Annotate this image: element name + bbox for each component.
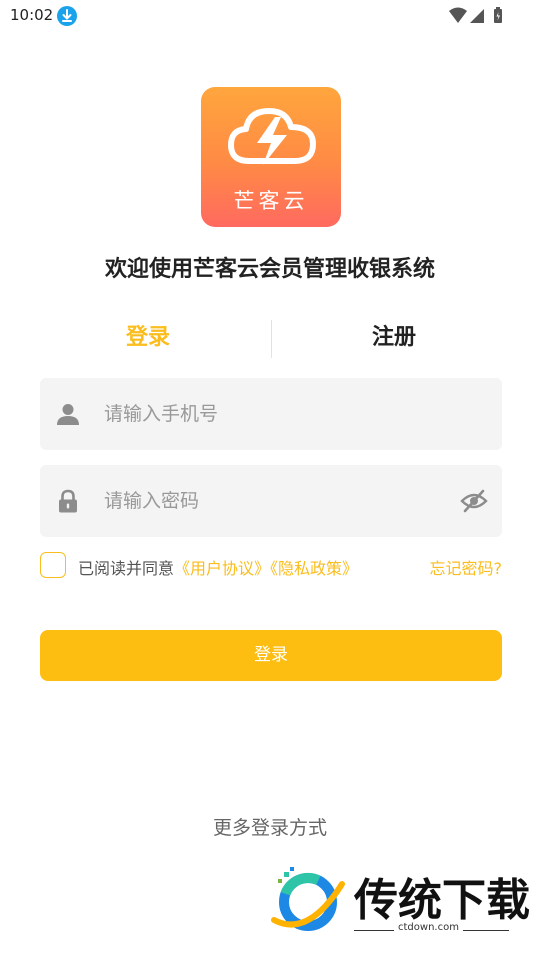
privacy-policy-link[interactable]: 《隐私政策》 [270, 559, 358, 578]
app-logo: 芒客云 [201, 87, 341, 227]
download-notification-icon [57, 6, 77, 26]
eye-off-icon[interactable] [460, 487, 488, 515]
auth-tabs: 登录 注册 [40, 318, 502, 358]
status-indicators [448, 6, 510, 26]
more-login-options[interactable]: 更多登录方式 [0, 813, 540, 840]
status-bar: 10:02 [0, 0, 540, 32]
tab-divider [271, 320, 272, 358]
agree-checkbox[interactable] [40, 552, 66, 578]
user-icon [57, 404, 79, 425]
tab-login[interactable]: 登录 [40, 318, 256, 358]
wifi-icon [449, 7, 467, 23]
watermark: 传统下载 ctdown.com [270, 862, 530, 942]
phone-input[interactable] [104, 394, 444, 434]
password-field[interactable] [40, 465, 502, 537]
user-agreement-link[interactable]: 《用户协议》 [174, 559, 270, 578]
cloud-lightning-icon [228, 108, 316, 165]
tab-register[interactable]: 注册 [286, 318, 502, 358]
login-button[interactable]: 登录 [40, 630, 502, 681]
watermark-logo-icon [271, 867, 345, 931]
forgot-password-link[interactable]: 忘记密码? [430, 555, 503, 579]
password-input[interactable] [104, 481, 444, 521]
agreement-text: 已阅读并同意《用户协议》《隐私政策》 [78, 555, 358, 579]
agreement-row: 已阅读并同意《用户协议》《隐私政策》 忘记密码? [40, 552, 502, 580]
agreement-prefix: 已阅读并同意 [78, 559, 175, 578]
watermark-title: 传统下载 [354, 875, 530, 926]
watermark-subtitle: ctdown.com [394, 922, 463, 933]
status-time: 10:02 [10, 6, 54, 24]
lock-icon [59, 489, 77, 513]
phone-field[interactable] [40, 378, 502, 450]
welcome-title: 欢迎使用芒客云会员管理收银系统 [104, 257, 435, 282]
logo-text: 芒客云 [233, 189, 309, 213]
signal-icon [470, 9, 484, 23]
battery-icon [494, 7, 502, 23]
